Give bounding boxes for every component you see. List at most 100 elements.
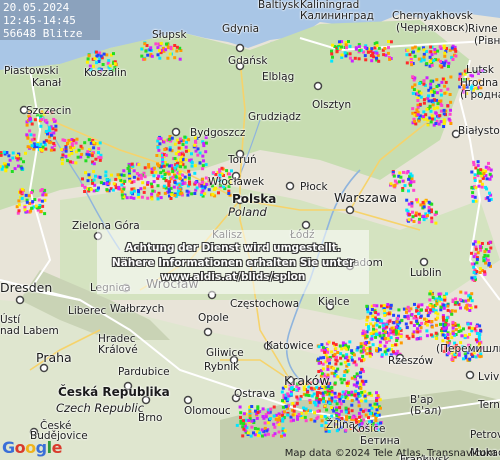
lightning-strike <box>17 203 21 207</box>
lightning-strike <box>326 365 330 368</box>
lightning-strike <box>2 150 6 154</box>
lightning-strike <box>416 330 420 334</box>
lightning-strike <box>350 59 354 63</box>
lightning-strike <box>150 185 154 189</box>
lightning-strike <box>434 122 438 125</box>
lightning-strike <box>277 418 281 422</box>
lightning-strike <box>129 196 133 200</box>
lightning-strike <box>168 148 172 152</box>
lightning-strike <box>136 193 140 196</box>
lightning-strike <box>343 346 347 350</box>
lightning-strike <box>386 303 390 306</box>
map-label: (Черняховск) <box>396 22 469 34</box>
google-logo[interactable]: Google <box>2 438 62 457</box>
notice-line-2: Nähere Informationen erhalten Sie unter <box>111 256 355 269</box>
lightning-strike <box>250 405 254 408</box>
lightning-strike <box>150 182 153 186</box>
lightning-strike <box>454 297 458 301</box>
lightning-strike <box>419 91 423 95</box>
lightning-strike <box>412 330 416 334</box>
lightning-strike <box>403 315 407 319</box>
map-label: Słupsk <box>152 29 187 41</box>
lightning-strike <box>132 196 136 200</box>
lightning-strike <box>20 187 24 191</box>
lightning-strike <box>60 148 64 151</box>
lightning-strike <box>355 381 359 385</box>
lightning-strike <box>367 416 370 420</box>
lightning-strike <box>449 100 453 104</box>
lightning-strike <box>406 314 410 318</box>
lightning-strike <box>163 148 167 151</box>
lightning-strike <box>488 240 492 244</box>
lightning-strike <box>200 184 204 188</box>
lightning-strike <box>350 399 354 402</box>
map-label: (Гродна) <box>460 89 500 101</box>
lightning-strike <box>248 410 252 414</box>
lightning-strike <box>87 173 91 177</box>
lightning-strike <box>405 171 409 175</box>
lightning-strike <box>334 362 338 366</box>
lightning-strike <box>152 166 156 170</box>
lightning-strike <box>453 47 457 51</box>
lightning-strike <box>394 343 398 347</box>
lightning-strike <box>471 194 475 198</box>
lightning-strike <box>424 113 428 117</box>
lightning-strike <box>105 53 109 57</box>
lightning-strike <box>405 198 409 202</box>
lightning-strike <box>128 174 132 178</box>
lightning-strike <box>417 57 421 61</box>
notice-link[interactable]: www.aldis.at/blids/splon <box>97 270 369 285</box>
lightning-strike <box>366 307 369 311</box>
lightning-strike <box>30 122 34 126</box>
lightning-strike <box>187 169 191 173</box>
lightning-strike <box>34 204 38 208</box>
lightning-strike <box>256 411 260 414</box>
lightning-strike <box>451 320 455 324</box>
lightning-strike <box>90 154 94 158</box>
lightning-strike <box>139 173 143 177</box>
lightning-strike <box>435 323 438 327</box>
lightning-strike <box>430 220 434 224</box>
lightning-strike <box>99 54 103 58</box>
lightning-strike <box>211 192 215 196</box>
city-marker <box>285 181 295 191</box>
lightning-strike <box>373 402 377 406</box>
lightning-strike <box>339 356 343 360</box>
lightning-strike <box>426 314 430 318</box>
lightning-strike <box>333 399 337 403</box>
lightning-strike <box>169 197 173 200</box>
map-label: Kaliningrad <box>300 0 360 11</box>
lightning-strike <box>409 321 413 325</box>
map-copyright[interactable]: Map data ©2024 Tele Atlas, Transnavicom <box>285 448 496 459</box>
lightning-strike <box>344 395 348 399</box>
city-marker <box>171 127 181 137</box>
lightning-strike <box>26 136 30 140</box>
lightning-strike <box>354 47 358 51</box>
lightning-strike <box>441 339 445 343</box>
lightning-strike <box>173 166 177 170</box>
lightning-strike <box>187 173 191 177</box>
lightning-strike <box>385 340 389 344</box>
lightning-strike <box>198 161 202 165</box>
lightning-strike <box>332 341 335 345</box>
lightning-strike <box>29 209 33 213</box>
lightning-strike <box>378 325 382 329</box>
lightning-strike <box>320 424 324 428</box>
lightning-strike <box>86 150 90 154</box>
lightning-strike <box>332 366 336 370</box>
lightning-strike <box>420 303 424 307</box>
lightning-strike <box>487 161 490 165</box>
lightning-map[interactable]: Baltiysk Kaliningrad Калининград Chernyakho… <box>0 0 500 460</box>
lightning-strike <box>378 344 382 348</box>
lightning-strike <box>312 392 316 396</box>
time-range-text: 12:45-14:45 <box>3 14 76 27</box>
lightning-strike <box>450 46 454 50</box>
lightning-strike <box>366 310 370 314</box>
lightning-strike <box>175 45 179 49</box>
lightning-strike <box>193 143 197 147</box>
lightning-strike <box>244 418 248 422</box>
lightning-strike <box>370 47 374 51</box>
lightning-strike <box>159 171 163 175</box>
lightning-strike <box>194 181 198 185</box>
lightning-strike <box>281 419 285 423</box>
